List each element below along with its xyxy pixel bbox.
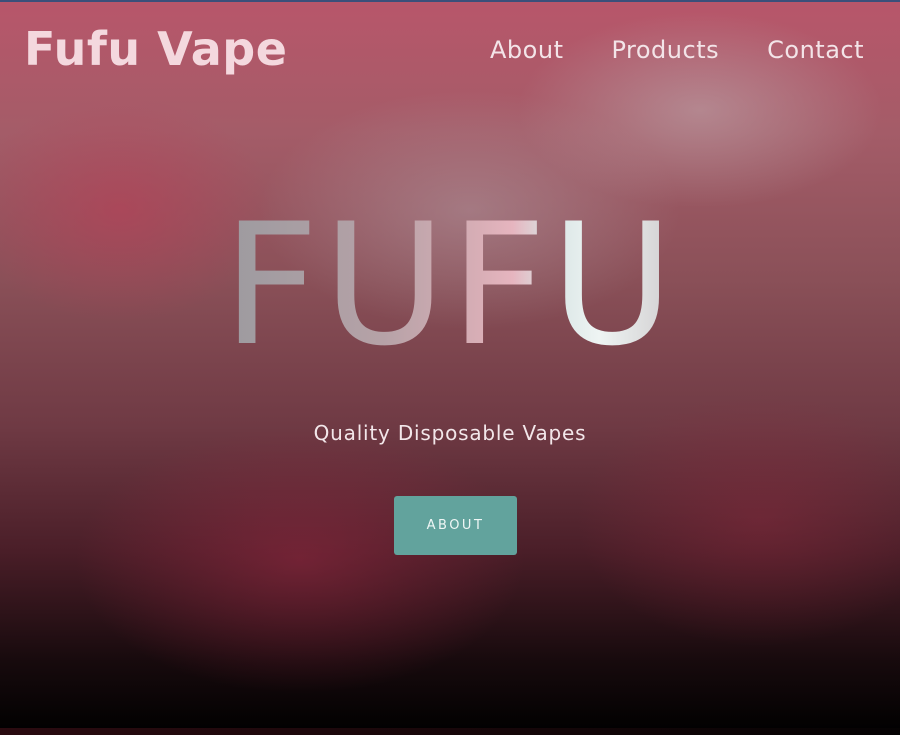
nav-item-contact: Contact [767, 36, 864, 64]
brand-logo-link[interactable]: Fufu Vape [24, 22, 287, 76]
nav-links: About Products Contact [490, 36, 864, 64]
navbar: Fufu Vape About Products Contact [0, 0, 900, 110]
nav-item-products: Products [611, 36, 719, 64]
next-section-edge [0, 728, 900, 735]
hero-title: FUFU [0, 195, 900, 375]
hero-section: Fufu Vape About Products Contact FUFU Qu… [0, 0, 900, 735]
nav-link-contact[interactable]: Contact [767, 36, 864, 64]
nav-item-about: About [490, 36, 563, 64]
nav-link-about[interactable]: About [490, 36, 563, 64]
hero-subtitle: Quality Disposable Vapes [313, 421, 587, 445]
about-button[interactable]: ABOUT [394, 496, 517, 555]
nav-link-products[interactable]: Products [611, 36, 719, 64]
